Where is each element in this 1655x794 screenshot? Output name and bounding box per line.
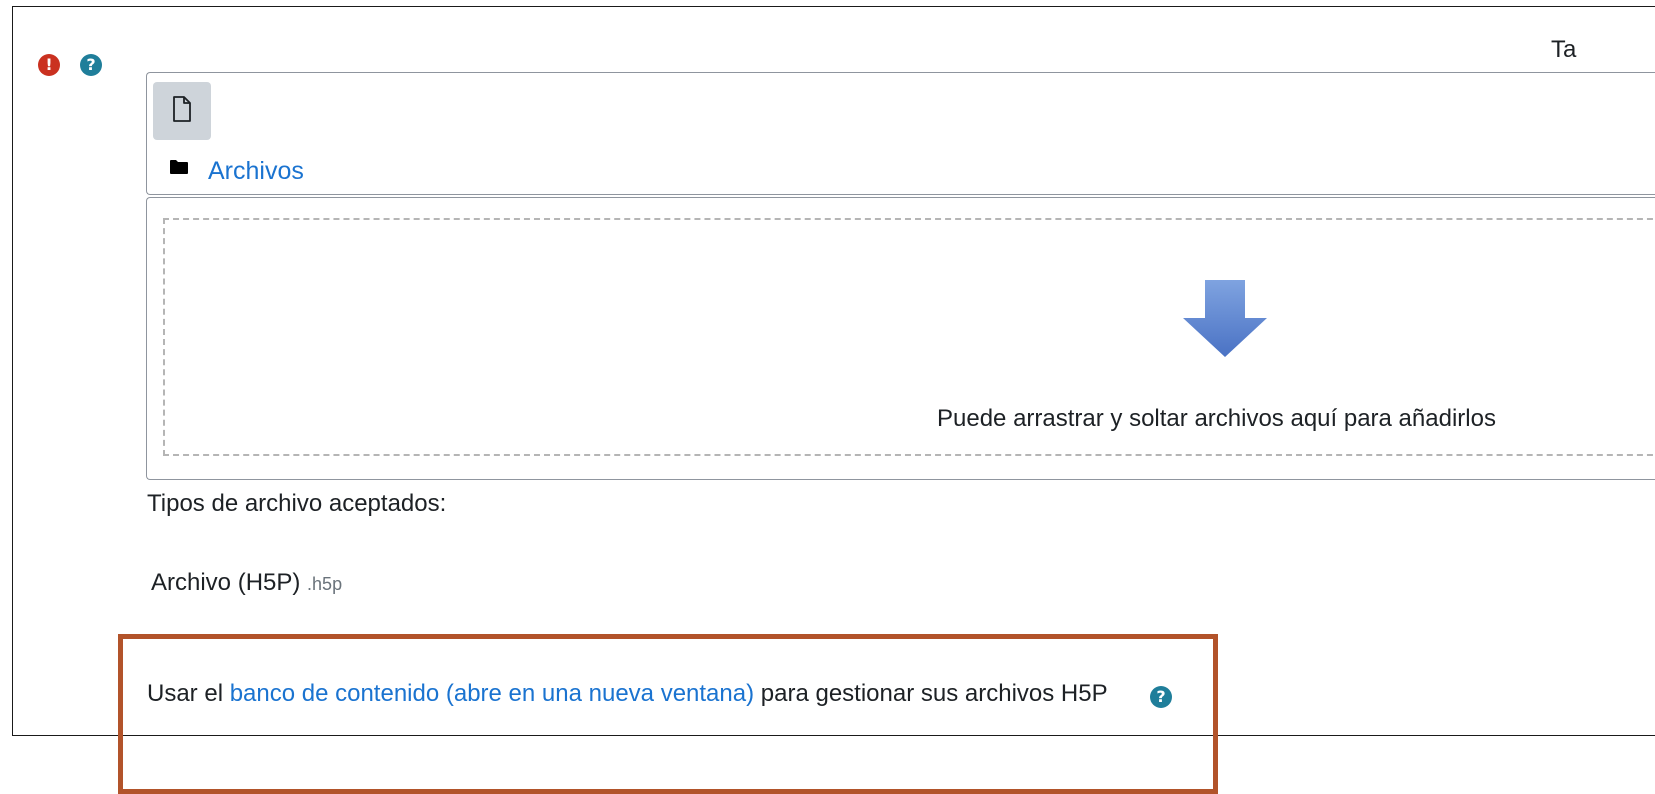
folder-icon — [170, 160, 188, 174]
content-bank-link[interactable]: banco de contenido (abre en una nueva ve… — [230, 680, 754, 707]
down-arrow-icon — [1183, 280, 1267, 357]
truncated-header-text: Ta — [1551, 36, 1577, 63]
file-icon — [173, 96, 191, 122]
dropzone-instruction: Puede arrastrar y soltar archivos aquí p… — [937, 405, 1496, 432]
content-bank-suffix: para gestionar sus archivos H5P — [754, 680, 1108, 707]
content-bank-prefix: Usar el — [147, 680, 230, 707]
file-type-extension: .h5p — [307, 574, 343, 594]
add-file-button[interactable] — [153, 82, 211, 140]
question-circle-icon[interactable]: ? — [1150, 686, 1172, 708]
content-bank-notice: Usar el banco de contenido (abre en una … — [147, 680, 1108, 708]
filemanager-toolbar — [146, 72, 1655, 195]
accepted-type-item: Archivo (H5P) .h5p — [151, 569, 342, 597]
exclamation-circle-icon: ! — [38, 54, 60, 76]
breadcrumb-archivos-link[interactable]: Archivos — [208, 157, 304, 186]
question-circle-icon[interactable]: ? — [80, 54, 102, 76]
file-type-name: Archivo (H5P) — [151, 569, 301, 596]
highlight-annotation-box — [118, 634, 1218, 794]
accepted-types-label: Tipos de archivo aceptados: — [147, 490, 447, 517]
